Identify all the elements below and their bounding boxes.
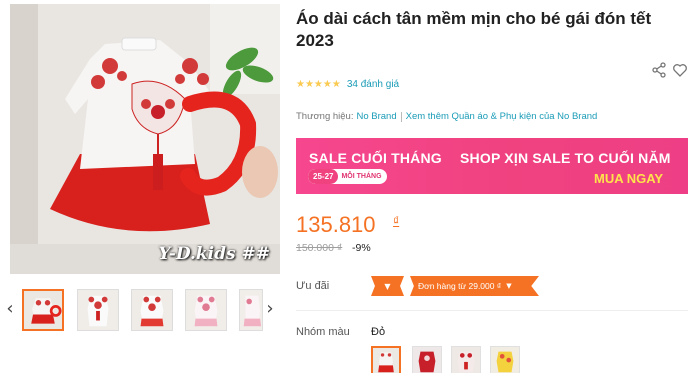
voucher-tag[interactable]: Đơn hàng từ 29.000 ₫ ▼ <box>410 276 539 296</box>
thumbnail-3[interactable] <box>131 289 173 331</box>
rating-summary: ★★★★★ 34 đánh giá <box>296 76 399 92</box>
color-swatch-3[interactable] <box>451 346 481 373</box>
chevron-right-icon[interactable]: › <box>263 297 277 321</box>
color-swatch-4[interactable] <box>490 346 520 373</box>
brand-label: Thương hiệu: <box>296 111 354 122</box>
banner-monthly: MỖI THÁNG <box>341 173 382 180</box>
banner-dates: 25-27 <box>308 169 339 184</box>
heart-icon[interactable] <box>672 62 688 78</box>
discount-percent: -9% <box>352 242 371 254</box>
color-group-label: Nhóm màu <box>296 326 350 338</box>
thumbnail-4[interactable] <box>185 289 227 331</box>
banner-date-pill: 25-27 MỖI THÁNG <box>308 169 387 184</box>
thumbnail-2[interactable] <box>77 289 119 331</box>
current-price: 135.810 <box>296 212 376 237</box>
chevron-down-icon: ▼ <box>384 281 391 291</box>
thumbnail-5[interactable] <box>239 289 263 331</box>
thumbnail-1[interactable] <box>22 289 64 331</box>
color-swatch-1[interactable] <box>371 346 401 373</box>
original-price: 150.000 ₫ <box>296 242 343 254</box>
brand-divider <box>400 111 402 122</box>
currency-symbol: ₫ <box>393 214 400 228</box>
rating-count-link[interactable]: 34 đánh giá <box>347 79 399 90</box>
voucher-text: Đơn hàng từ 29.000 ₫ <box>418 281 502 291</box>
chevron-down-icon: ▼ <box>506 282 512 290</box>
thumbnail-carousel: ‹ › <box>0 287 285 337</box>
dress-photo <box>10 4 280 274</box>
rating-stars-icon: ★★★★★ <box>296 78 341 90</box>
banner-sale-text: SALE CUỐI THÁNG <box>309 150 442 166</box>
promo-banner[interactable]: SALE CUỐI THÁNG 25-27 MỖI THÁNG SHOP XỊN… <box>296 138 688 194</box>
product-title: Áo dài cách tân mềm mịn cho bé gái đón t… <box>296 9 652 50</box>
banner-shop-text: SHOP XỊN SALE TO CUỐI NĂM <box>460 150 671 166</box>
promotions-dropdown[interactable]: ▼ <box>371 276 404 296</box>
promotions-label: Ưu đãi <box>296 280 330 292</box>
section-divider <box>296 310 688 311</box>
banner-cta[interactable]: MUA NGAY <box>594 171 663 186</box>
selected-color: Đỏ <box>371 326 386 338</box>
image-watermark: Y-D.kids ## <box>158 244 270 264</box>
product-main-image[interactable]: Y-D.kids ## <box>10 4 280 274</box>
brand-link[interactable]: No Brand <box>356 111 396 122</box>
brand-more-link[interactable]: Xem thêm Quần áo & Phụ kiện của No Brand <box>406 111 598 122</box>
chevron-left-icon[interactable]: ‹ <box>3 297 17 321</box>
color-swatch-2[interactable] <box>412 346 442 373</box>
share-icon[interactable] <box>651 62 667 78</box>
brand-row: Thương hiệu: No Brand Xem thêm Quần áo &… <box>296 111 597 122</box>
